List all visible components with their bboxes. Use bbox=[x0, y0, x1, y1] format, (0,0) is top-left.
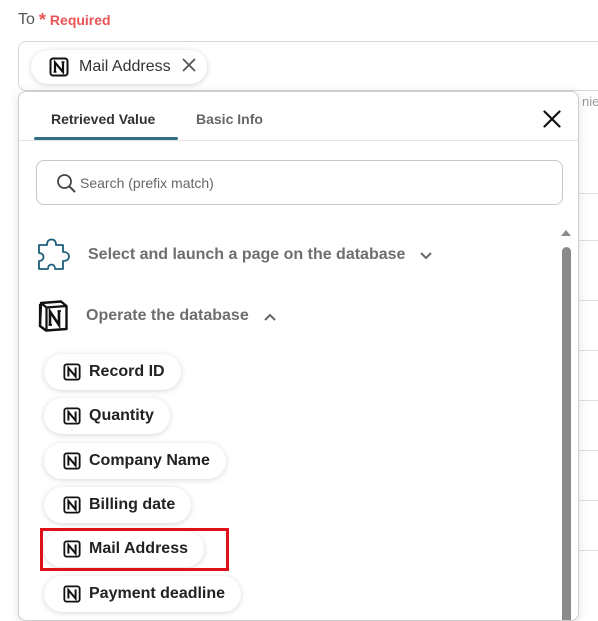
item-label: Company Name bbox=[89, 452, 210, 469]
section-title: Select and launch a page on the database bbox=[88, 246, 406, 263]
item-label: Mail Address bbox=[89, 540, 188, 557]
tab-bar: Retrieved Value Basic Info bbox=[19, 92, 578, 141]
notion-icon bbox=[63, 496, 81, 514]
item-label: Record ID bbox=[89, 363, 165, 380]
search-icon bbox=[57, 174, 76, 193]
notion-icon bbox=[63, 585, 81, 603]
selected-value-chip[interactable]: Mail Address bbox=[31, 50, 207, 84]
background-divider bbox=[578, 550, 598, 551]
notion-icon bbox=[63, 452, 81, 470]
to-input-field[interactable]: Mail Address bbox=[18, 41, 598, 91]
to-label: To bbox=[18, 11, 35, 28]
notion-icon bbox=[38, 300, 68, 332]
search-input[interactable] bbox=[80, 173, 540, 193]
scroll-up-arrow-icon[interactable] bbox=[560, 227, 572, 237]
notion-icon bbox=[63, 540, 81, 558]
remove-chip-icon[interactable] bbox=[181, 57, 197, 77]
list-item-company-name[interactable]: Company Name bbox=[44, 443, 226, 479]
scrollbar-thumb[interactable] bbox=[562, 247, 571, 620]
background-text: nier bbox=[582, 94, 598, 109]
to-field-label: To * Required bbox=[18, 11, 111, 29]
list-item-mail-address[interactable]: Mail Address bbox=[44, 531, 204, 567]
puzzle-icon bbox=[38, 238, 70, 270]
section-title: Operate the database bbox=[86, 307, 249, 324]
notion-icon bbox=[63, 407, 81, 425]
background-divider bbox=[578, 400, 598, 401]
background-divider bbox=[578, 500, 598, 501]
background-divider bbox=[578, 240, 598, 241]
item-label: Quantity bbox=[89, 407, 154, 424]
list-item-quantity[interactable]: Quantity bbox=[44, 398, 170, 434]
notion-icon bbox=[63, 363, 81, 381]
chevron-up-icon bbox=[264, 313, 276, 321]
tab-retrieved-value[interactable]: Retrieved Value bbox=[51, 111, 155, 127]
scrollbar[interactable] bbox=[560, 227, 572, 620]
chip-label: Mail Address bbox=[79, 58, 171, 75]
background-divider bbox=[578, 450, 598, 451]
list-item-record-id[interactable]: Record ID bbox=[44, 354, 181, 390]
value-picker-popup: Retrieved Value Basic Info Select and la… bbox=[18, 91, 579, 621]
item-label: Payment deadline bbox=[89, 585, 226, 602]
section-select-launch-page[interactable]: Select and launch a page on the database bbox=[36, 238, 433, 272]
search-box[interactable] bbox=[36, 160, 563, 205]
item-label: Billing date bbox=[89, 496, 176, 513]
required-text: Required bbox=[49, 12, 111, 28]
chevron-down-icon bbox=[420, 252, 433, 260]
section-operate-database[interactable]: Operate the database bbox=[36, 299, 277, 333]
active-tab-indicator bbox=[34, 137, 178, 140]
close-button[interactable] bbox=[541, 108, 563, 130]
background-divider bbox=[578, 193, 598, 194]
list-item-billing-date[interactable]: Billing date bbox=[44, 487, 192, 523]
list-item-payment-deadline[interactable]: Payment deadline bbox=[44, 576, 242, 612]
notion-icon bbox=[49, 57, 69, 77]
required-asterisk: * bbox=[38, 10, 46, 30]
close-icon bbox=[543, 110, 561, 128]
background-divider bbox=[578, 300, 598, 301]
tab-basic-info[interactable]: Basic Info bbox=[196, 111, 263, 127]
background-divider bbox=[578, 350, 598, 351]
